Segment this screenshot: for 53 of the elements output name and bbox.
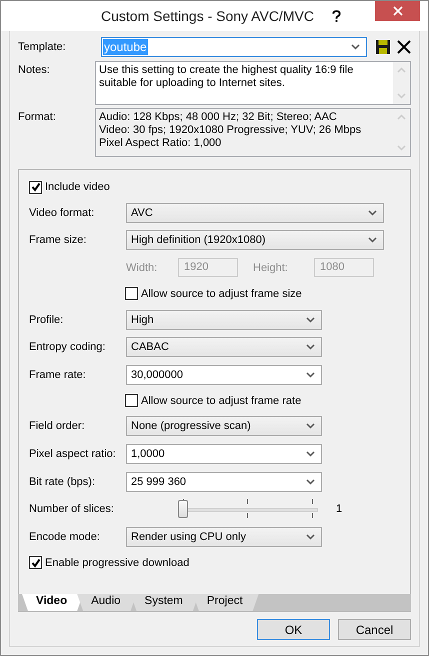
close-button[interactable] [375,1,420,21]
chevron-down-icon [368,237,377,244]
notes-label: Notes: [18,63,51,78]
field-label: Encode mode: [29,530,101,543]
width-label: Width: [126,262,158,274]
checkbox-label[interactable]: Allow source to adjust frame rate [141,394,302,407]
field-label: Frame rate: [29,368,87,381]
chevron-down-icon [306,478,315,485]
dropdown[interactable]: Render using CPU only [126,526,322,547]
dropdown[interactable]: None (progressive scan) [126,416,322,436]
save-icon[interactable] [375,39,391,55]
dropdown[interactable]: 1,0000 [126,444,322,464]
field-label: Frame size: [29,234,88,246]
chevron-down-icon[interactable] [351,44,360,50]
dropdown[interactable]: High definition (1920x1080) [126,230,384,250]
checkbox-label[interactable]: Allow source to adjust frame size [141,288,302,300]
dropdown[interactable]: 30,000000 [126,364,322,385]
dialog-button[interactable]: OK [257,619,330,640]
field-label: Bit rate (bps): [29,476,96,488]
chevron-down-icon [368,210,377,216]
checkbox-label[interactable]: Enable progressive download [45,556,190,569]
checkbox[interactable] [29,180,42,194]
chevron-down-icon [306,316,315,323]
delete-icon[interactable] [397,40,411,54]
checkbox-label[interactable]: Include video [45,181,110,193]
field-label: Video format: [29,206,96,219]
dropdown[interactable]: 25 999 360 [126,472,322,492]
field-label: Profile: [29,314,64,326]
dropdown[interactable]: High [126,310,322,330]
close-icon [392,6,402,16]
checkbox[interactable] [125,394,138,408]
field-label: Number of slices: [29,503,115,516]
field-label: Entropy coding: [29,341,106,354]
window-title: Custom Settings - Sony AVC/MVC [101,8,314,24]
field-label: Pixel aspect ratio: [29,448,117,460]
format-label: Format: [18,110,57,125]
chevron-down-icon [306,423,315,430]
checkbox[interactable] [125,287,138,300]
dropdown[interactable]: CABAC [126,337,322,358]
format-field: Audio: 128 Kbps; 48 000 Hz; 32 Bit; Stereo; AAC Video: 30 fps; 1920x1080 Progressive; YUV; 26 Mbps Pixel Aspect Ratio: 1,000 [95,108,411,157]
help-icon[interactable] [332,10,341,23]
chevron-down-icon [306,372,315,378]
dropdown[interactable]: AVC [126,202,384,223]
field-label: Field order: [29,420,86,432]
checkbox[interactable] [29,556,42,570]
height-label: Height: [253,262,289,274]
dialog-button[interactable]: Cancel [338,619,411,640]
chevron-down-icon [306,534,315,540]
chevron-down-icon [306,344,315,350]
template-label: Template: [18,41,67,53]
chevron-down-icon [306,450,315,457]
slider-value: 1 [336,503,342,516]
slider[interactable] [178,499,318,520]
